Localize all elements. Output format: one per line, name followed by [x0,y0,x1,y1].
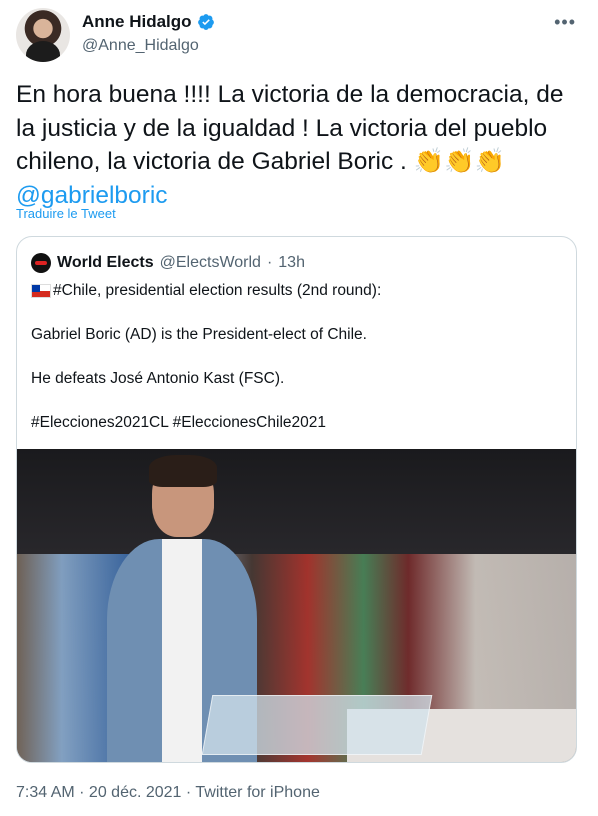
verified-badge-icon [197,14,214,30]
quoted-tweet-header: World Elects @ElectsWorld · 13h [31,253,305,273]
quoted-line: #Chile, presidential election results (2… [31,281,561,301]
quoted-line: #Elecciones2021CL #EleccionesChile2021 [31,414,326,431]
quoted-tweet-body: #Chile, presidential election results (2… [31,281,561,457]
quoted-line: He defeats José Antonio Kast (FSC). [31,370,285,387]
tweet-header: Anne Hidalgo @Anne_Hidalgo ••• [16,8,582,64]
quoted-author-handle: @ElectsWorld [159,254,261,271]
translate-tweet-link[interactable]: Traduire le Tweet [16,206,116,221]
photo-lectern [201,695,433,755]
quoted-separator: · [266,254,273,271]
quoted-avatar [31,253,51,273]
author-handle[interactable]: @Anne_Hidalgo [82,37,199,55]
mention-link[interactable]: @gabrielboric [16,182,168,209]
avatar[interactable] [16,8,70,62]
tweet-footer-meta: 7:34 AM · 20 déc. 2021 · Twitter for iPh… [16,784,320,801]
more-options-icon[interactable]: ••• [554,12,576,33]
quoted-tweet[interactable]: World Elects @ElectsWorld · 13h #Chile, … [16,236,577,763]
author-display-name[interactable]: Anne Hidalgo [82,12,192,32]
quoted-time: 13h [278,254,305,271]
author-name-line: Anne Hidalgo [82,12,215,32]
quoted-author-name: World Elects [57,254,154,271]
quoted-photo[interactable] [17,449,576,762]
quoted-line: Gabriel Boric (AD) is the President-elec… [31,326,367,343]
tweet-body: En hora buena !!!! La victoria de la dem… [16,81,564,175]
chile-flag-icon [31,284,51,298]
tweet-text: En hora buena !!!! La victoria de la dem… [16,78,582,212]
